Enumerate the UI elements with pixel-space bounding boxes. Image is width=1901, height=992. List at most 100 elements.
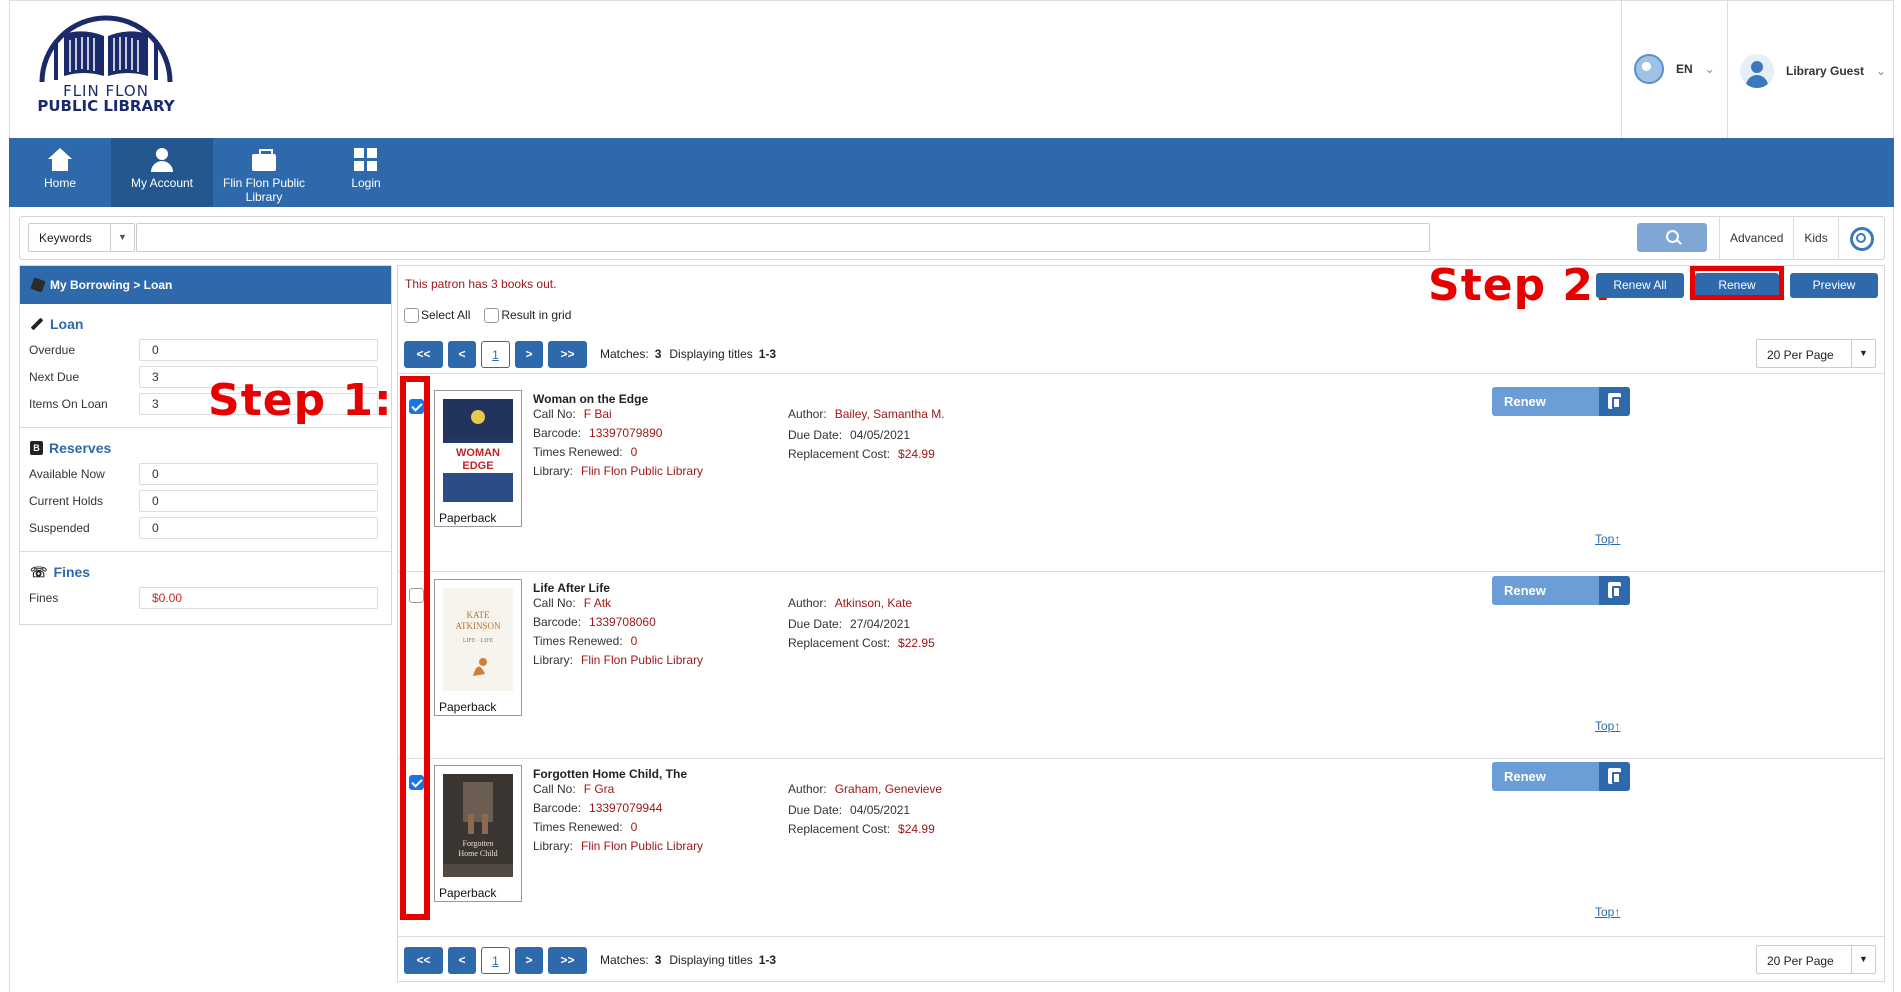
reserves-title[interactable]: B Reserves xyxy=(20,436,391,460)
step-2-annotation: Step 2: xyxy=(1428,260,1613,311)
loan-title[interactable]: Loan xyxy=(20,312,391,336)
field-label: Suspended xyxy=(29,520,90,535)
prev-page-button[interactable]: < xyxy=(448,946,476,974)
kids-link[interactable]: Kids xyxy=(1793,217,1837,259)
reserves-section: B Reserves Available Now 0 Current Holds… xyxy=(20,428,391,552)
chevron-down-icon: ⌄ xyxy=(1876,64,1887,78)
field-value: 0 xyxy=(139,516,378,539)
call-number[interactable]: F Atk xyxy=(584,596,611,610)
replacement-cost: $24.99 xyxy=(898,822,935,836)
item-title[interactable]: Forgotten Home Child, The xyxy=(533,767,687,781)
nav-label: Login xyxy=(351,176,381,190)
top-link[interactable]: Top↑ xyxy=(1595,719,1620,733)
item-title[interactable]: Life After Life xyxy=(533,581,610,595)
search-button[interactable] xyxy=(1637,223,1707,252)
book-cover[interactable]: WOMAN EDGE Paperback xyxy=(434,390,522,527)
result-in-grid-checkbox[interactable]: Result in grid xyxy=(484,308,571,324)
next-page-button[interactable]: > xyxy=(515,946,543,974)
field-value: 0 xyxy=(139,338,378,361)
item-renew-button[interactable]: Renew xyxy=(1492,576,1630,605)
user-name: Library Guest xyxy=(1786,64,1865,78)
dropdown-arrow-icon: ▼ xyxy=(110,224,134,251)
fines-section: ☏ Fines Fines $0.00 xyxy=(20,552,391,621)
next-page-button[interactable]: > xyxy=(515,340,543,368)
current-page-button[interactable]: 1 xyxy=(481,340,510,368)
format-label: Paperback xyxy=(439,511,497,525)
reserves-icon: B xyxy=(30,441,43,455)
header-divider xyxy=(1621,0,1622,138)
select-all-checkbox[interactable]: Select All xyxy=(404,308,471,324)
last-page-button[interactable]: >> xyxy=(548,946,587,974)
top-link[interactable]: Top↑ xyxy=(1595,532,1620,546)
search-type-select[interactable]: Keywords ▼ xyxy=(28,223,135,252)
last-page-button[interactable]: >> xyxy=(548,340,587,368)
checkbox[interactable] xyxy=(484,308,500,324)
times-renewed: 0 xyxy=(630,634,638,648)
checkbox[interactable] xyxy=(404,308,419,324)
nav-library[interactable]: Flin Flon Public Library xyxy=(213,138,315,207)
renew-all-button[interactable]: Renew All xyxy=(1596,273,1684,298)
language-selector[interactable]: EN ⌄ xyxy=(1634,54,1715,84)
library-name[interactable]: Flin Flon Public Library xyxy=(581,653,703,667)
item-renew-button[interactable]: Renew xyxy=(1492,762,1630,791)
book-cover[interactable]: KATE ATKINSON LIFE · LIFE Paperback xyxy=(434,579,522,716)
per-page-select[interactable]: 20 Per Page ▼ xyxy=(1756,945,1876,974)
field-label: Items On Loan xyxy=(29,396,108,411)
book-logo-icon xyxy=(39,15,173,83)
barcode: 13397079890 xyxy=(589,426,663,440)
call-number[interactable]: F Bai xyxy=(584,407,612,421)
fines-title[interactable]: ☏ Fines xyxy=(20,560,391,584)
due-date: 04/05/2021 xyxy=(850,803,911,817)
nav-my-account[interactable]: My Account xyxy=(111,138,213,207)
times-renewed: 0 xyxy=(630,820,638,834)
book-cover[interactable]: Forgotten Home Child Paperback xyxy=(434,765,522,902)
fines-row: Fines $0.00 xyxy=(20,584,391,611)
match-summary: Matches: 3 Displaying titles 1-3 xyxy=(600,347,777,361)
field-label: Available Now xyxy=(29,466,105,481)
author[interactable]: Graham, Genevieve xyxy=(835,782,942,796)
item-renew-button[interactable]: Renew xyxy=(1492,387,1630,416)
match-summary: Matches: 3 Displaying titles 1-3 xyxy=(600,953,777,967)
nav-home[interactable]: Home xyxy=(9,138,111,207)
checkbox-label: Select All xyxy=(421,308,471,322)
library-logo[interactable]: FLIN FLON PUBLIC LIBRARY xyxy=(36,14,176,115)
dropdown-arrow-icon: ▼ xyxy=(1851,340,1875,367)
phone-icon: ☏ xyxy=(30,563,48,580)
call-number[interactable]: F Gra xyxy=(584,782,615,796)
search-input[interactable] xyxy=(136,223,1430,252)
field-value: 0 xyxy=(139,462,378,485)
item-title[interactable]: Woman on the Edge xyxy=(533,392,648,406)
nav-label: Home xyxy=(43,176,76,190)
section-title: Fines xyxy=(53,564,91,580)
main-nav: Home My Account Flin Flon Public Library… xyxy=(9,138,1894,207)
prev-page-button[interactable]: < xyxy=(448,340,476,368)
per-page-label: 20 Per Page xyxy=(1767,954,1834,968)
nav-login[interactable]: Login xyxy=(315,138,417,207)
author[interactable]: Atkinson, Kate xyxy=(835,596,912,610)
header-divider xyxy=(1727,0,1728,138)
current-holds-row: Current Holds 0 xyxy=(20,487,391,514)
loan-item: WOMAN EDGE Paperback Woman on the Edge C… xyxy=(398,387,1884,572)
advanced-search-link[interactable]: Advanced xyxy=(1719,217,1793,259)
help-icon[interactable] xyxy=(1837,217,1882,259)
suspended-row: Suspended 0 xyxy=(20,514,391,541)
preview-button[interactable]: Preview xyxy=(1790,273,1878,298)
top-link[interactable]: Top↑ xyxy=(1595,905,1620,919)
first-page-button[interactable]: << xyxy=(404,946,443,974)
barcode: 1339708060 xyxy=(589,615,656,629)
per-page-select[interactable]: 20 Per Page ▼ xyxy=(1756,339,1876,368)
dropdown-arrow-icon: ▼ xyxy=(1851,946,1875,973)
svg-text:WOMAN: WOMAN xyxy=(456,447,500,459)
loan-item: Forgotten Home Child Paperback Forgotten… xyxy=(398,759,1884,944)
format-label: Paperback xyxy=(439,700,497,714)
library-name[interactable]: Flin Flon Public Library xyxy=(581,464,703,478)
library-name[interactable]: Flin Flon Public Library xyxy=(581,839,703,853)
current-page-button[interactable]: 1 xyxy=(481,946,510,974)
replacement-cost: $22.95 xyxy=(898,636,935,650)
cover-image: Forgotten Home Child xyxy=(443,774,513,877)
author[interactable]: Bailey, Samantha M. xyxy=(835,407,945,421)
format-label: Paperback xyxy=(439,886,497,900)
first-page-button[interactable]: << xyxy=(404,340,443,368)
user-menu[interactable]: Library Guest ⌄ xyxy=(1740,54,1886,88)
field-label: Fines xyxy=(29,590,59,605)
